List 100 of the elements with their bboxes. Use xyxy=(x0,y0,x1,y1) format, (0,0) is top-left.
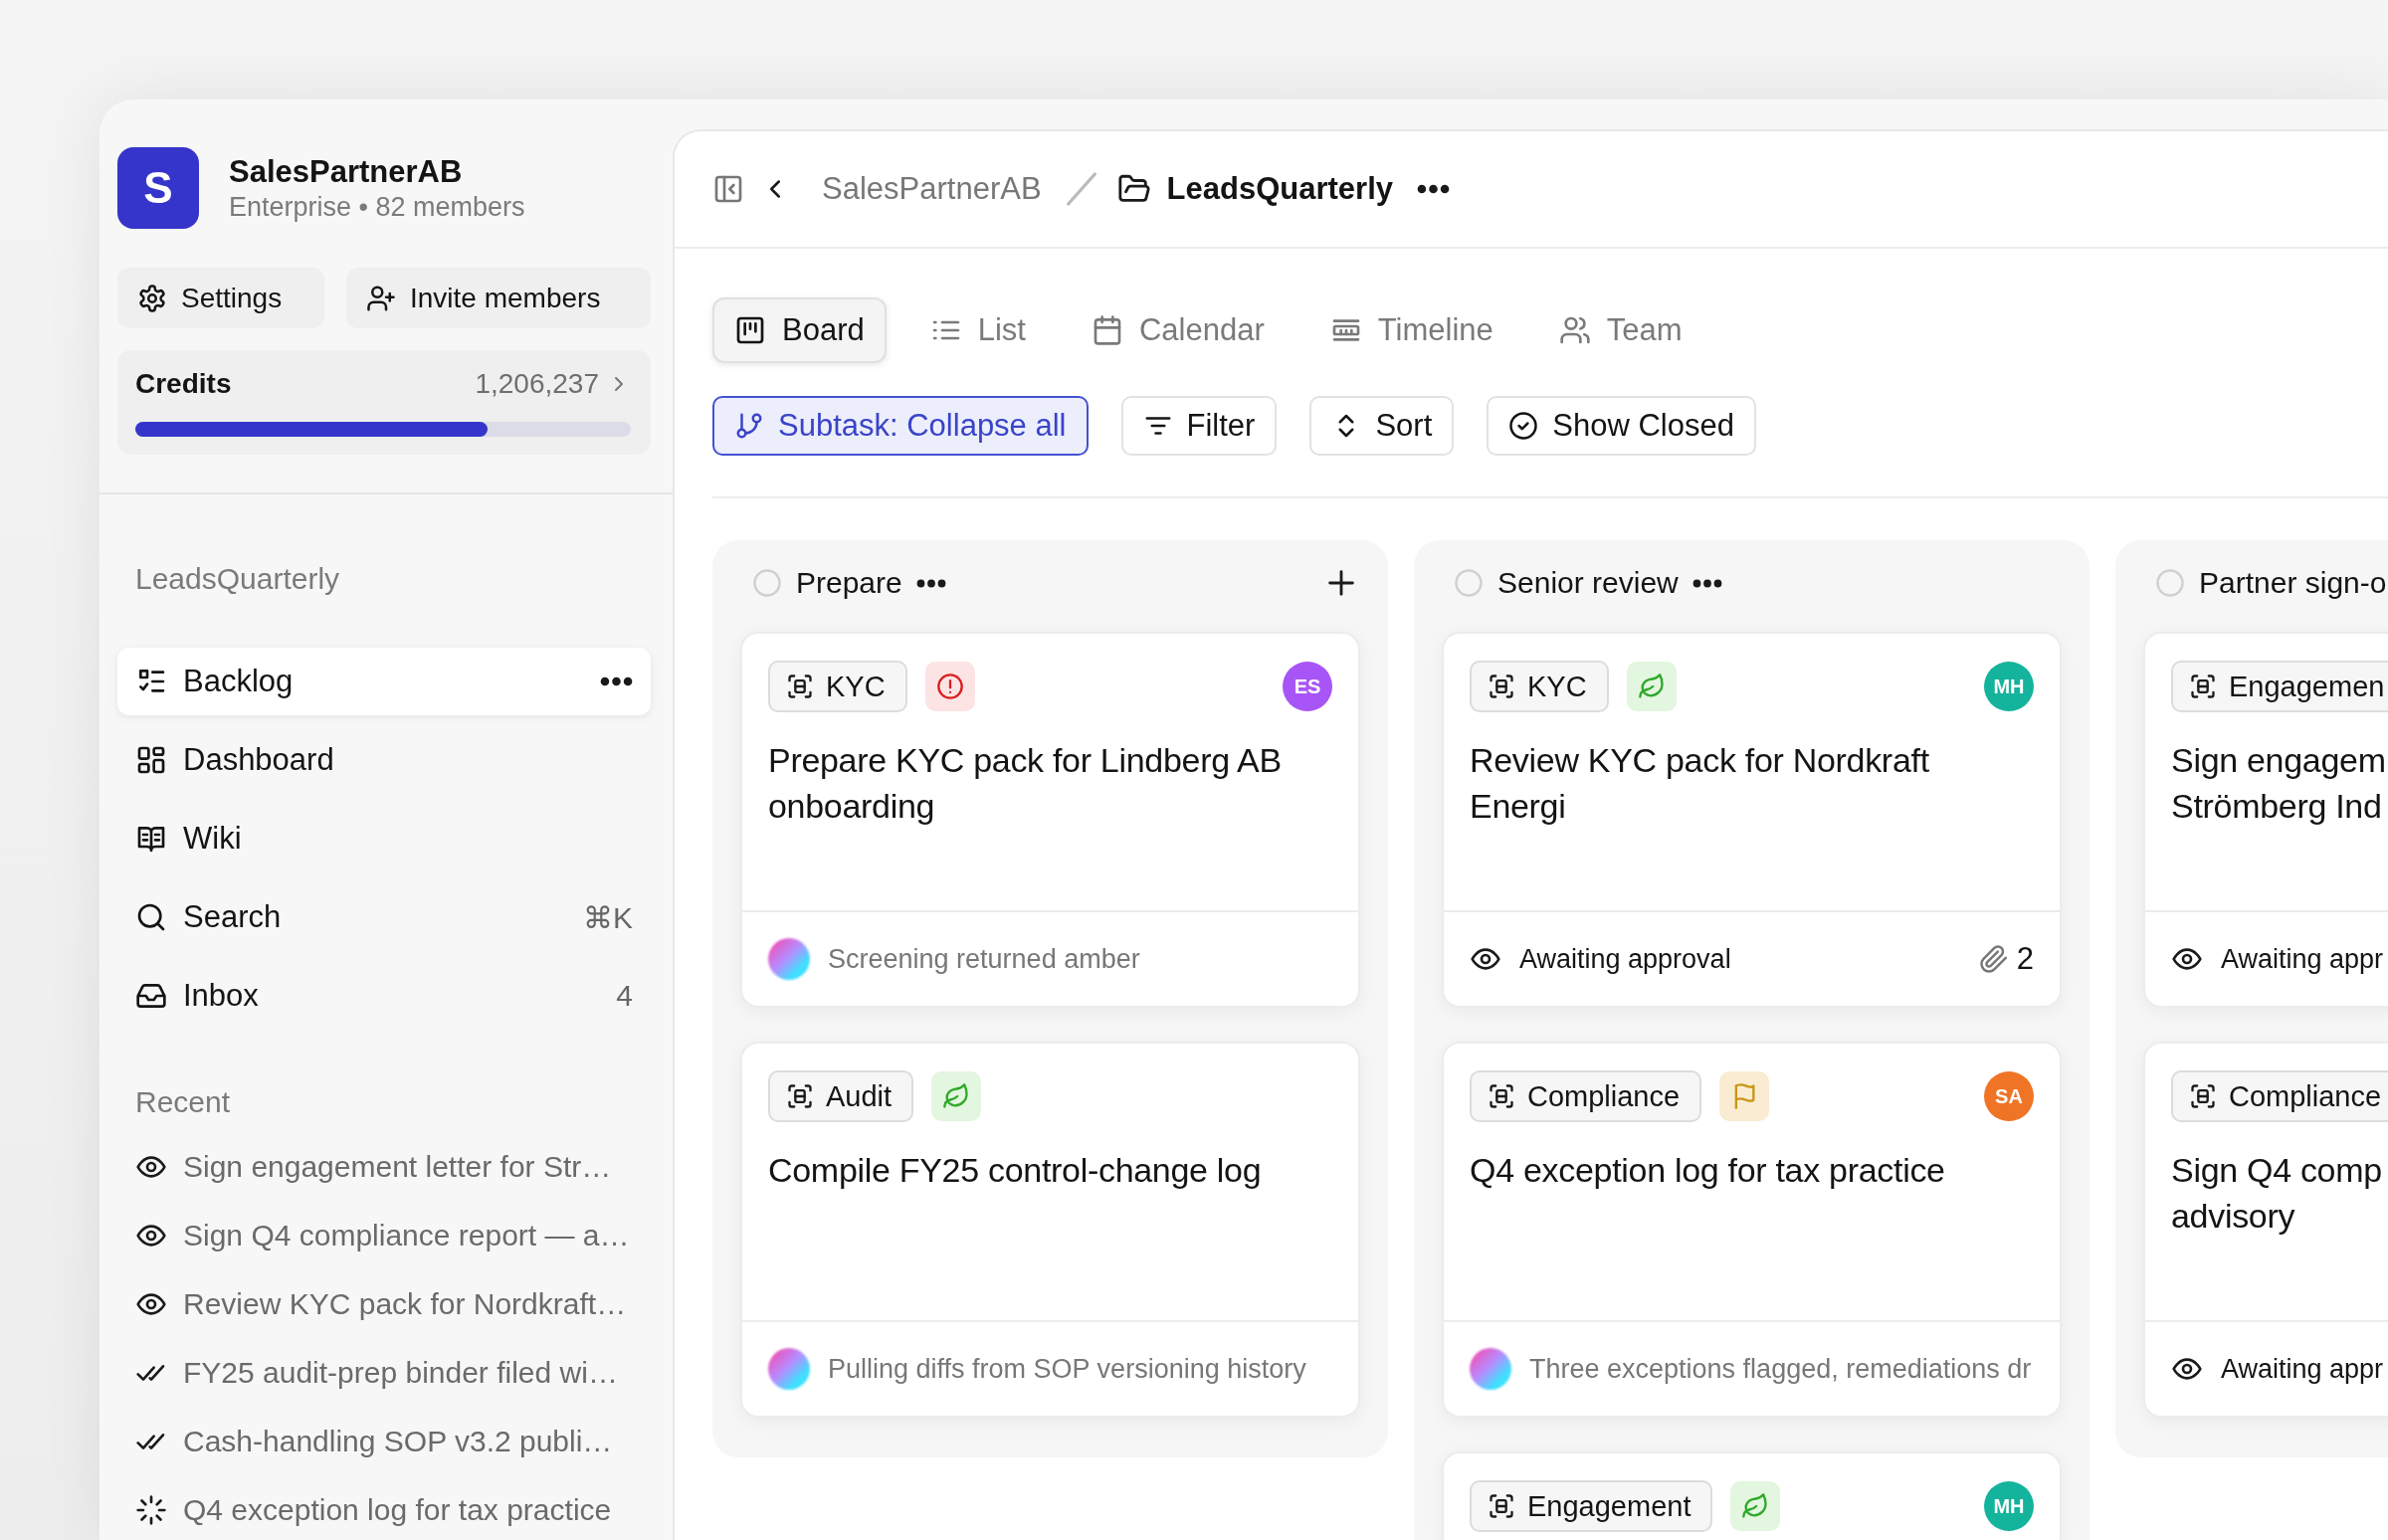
column-title: Senior review xyxy=(1497,566,1679,600)
workspace-name: SalesPartnerAB xyxy=(229,153,464,190)
agent-orb-icon xyxy=(768,938,810,980)
status-text: Awaiting appr xyxy=(2221,1353,2385,1385)
recent-item[interactable]: Q4 exception log for tax practice xyxy=(135,1486,651,1534)
more-icon xyxy=(915,578,946,588)
task-card[interactable]: Audit Compile FY25 control-change log Pulling diffs from SOP versioning history xyxy=(740,1042,1360,1418)
avatar: MH xyxy=(1984,662,2034,711)
avatar: ES xyxy=(1283,662,1332,711)
team-icon xyxy=(1558,314,1591,346)
tag: Compliance xyxy=(2171,1070,2388,1122)
recent-item[interactable]: Cash-handling SOP v3.2 publi… xyxy=(135,1418,651,1465)
column-title: Prepare xyxy=(796,566,902,600)
tag: Engagement xyxy=(1470,1480,1713,1532)
avatar: SA xyxy=(1984,1071,2034,1121)
task-card[interactable]: Engagemen Sign engagem Strömberg Ind Awaiting appr xyxy=(2143,632,2388,1008)
avatar: MH xyxy=(1984,1481,2034,1531)
card-title: Review KYC pack for Nordkraft Energi xyxy=(1470,740,1930,827)
view-tab[interactable]: Team xyxy=(1536,297,1704,363)
card-title: Sign engagem Strömberg Ind xyxy=(2171,740,2387,827)
breadcrumb-current: LeadsQuarterly xyxy=(1166,171,1393,207)
nav-item[interactable]: Dashboard xyxy=(117,726,651,794)
tag: KYC xyxy=(1470,661,1609,712)
subtask-button[interactable]: Subtask: Collapse all xyxy=(712,396,1089,456)
status-text: Awaiting appr xyxy=(2221,943,2385,975)
tag: Engagemen xyxy=(2171,661,2388,712)
credits-label: Credits xyxy=(135,368,233,400)
activity-text: Screening returned amber xyxy=(828,943,1141,975)
leaf-icon xyxy=(931,1071,982,1121)
tag: Audit xyxy=(768,1070,914,1122)
recent-item[interactable]: FY25 audit-prep binder filed wi… xyxy=(135,1349,651,1397)
card-title: Sign Q4 comp advisory xyxy=(2171,1150,2383,1237)
status-text: Awaiting approval xyxy=(1519,943,1732,975)
leaf-icon xyxy=(1730,1481,1781,1531)
filter-button[interactable]: Filter xyxy=(1120,396,1278,456)
sort-button[interactable]: Sort xyxy=(1309,396,1455,456)
scan-icon xyxy=(1488,1492,1515,1520)
status-circle-icon xyxy=(2155,568,2185,598)
view-tab[interactable]: Board xyxy=(712,297,887,363)
grid-icon xyxy=(135,744,167,776)
column-title: Partner sign-o xyxy=(2199,566,2387,600)
gear-icon xyxy=(137,283,167,313)
branch-icon xyxy=(734,411,764,441)
board-icon xyxy=(734,314,766,346)
tag: Compliance xyxy=(1470,1070,1702,1122)
workspace-logo: S xyxy=(117,147,199,229)
alert-icon xyxy=(924,662,975,711)
flag-icon xyxy=(1719,1071,1770,1121)
recent-item[interactable]: Sign engagement letter for Str… xyxy=(135,1143,651,1191)
settings-button[interactable]: Settings xyxy=(117,268,324,328)
shortcut-hint: ⌘K xyxy=(583,899,633,935)
attachment-count: 2 xyxy=(2016,941,2034,977)
sidebar-toggle-button[interactable] xyxy=(712,173,744,205)
task-card[interactable]: Compliance Sign Q4 comp advisory Awaiting appr xyxy=(2143,1042,2388,1418)
scan-icon xyxy=(786,1082,814,1110)
section-title: LeadsQuarterly xyxy=(135,562,341,596)
credits-value: 1,206,237 xyxy=(475,368,599,400)
nav-item[interactable]: Backlog xyxy=(117,648,651,715)
more-icon xyxy=(600,676,633,686)
card-title: Q4 exception log for tax practice xyxy=(1470,1150,1946,1191)
show-closed-button[interactable]: Show Closed xyxy=(1487,396,1756,456)
status-circle-icon xyxy=(1454,568,1484,598)
count: 4 xyxy=(616,979,633,1013)
nav-item[interactable]: Wiki xyxy=(117,805,651,872)
workspace-plan: Enterprise • 82 members xyxy=(229,191,525,223)
activity-text: Pulling diffs from SOP versioning history xyxy=(828,1353,1307,1385)
nav-item[interactable]: Search ⌘K xyxy=(117,883,651,951)
paperclip-icon xyxy=(1978,944,2009,974)
scan-icon xyxy=(1488,1082,1515,1110)
agent-orb-icon xyxy=(768,1348,810,1390)
check-circle-icon xyxy=(1508,411,1539,441)
tag: KYC xyxy=(768,661,907,712)
scan-icon xyxy=(786,673,814,700)
recent-item[interactable]: Review KYC pack for Nordkraft… xyxy=(135,1280,651,1328)
task-card[interactable]: KYC MH Review KYC pack for Nordkraft Energi Awaiting approval 2 xyxy=(1442,632,2062,1008)
task-card[interactable]: KYC ES Prepare KYC pack for Lindberg AB onboarding Screening returned amber xyxy=(740,632,1360,1008)
recent-item[interactable]: Sign Q4 compliance report — a… xyxy=(135,1212,651,1259)
activity-text: Three exceptions flagged, remediations dr xyxy=(1529,1353,2033,1385)
view-tab[interactable]: List xyxy=(907,297,1048,363)
scan-icon xyxy=(2189,1082,2217,1110)
column-menu-button[interactable] xyxy=(1692,578,1722,588)
scan-icon xyxy=(2189,673,2217,700)
leaf-icon xyxy=(1626,662,1677,711)
breadcrumb-link[interactable]: SalesPartnerAB xyxy=(822,171,1042,207)
sidebar-toggle-icon xyxy=(712,173,744,205)
view-tab[interactable]: Calendar xyxy=(1070,297,1287,363)
task-card[interactable]: Compliance SA Q4 exception log for tax practice Three exceptions flagged, remediations dr xyxy=(1442,1042,2062,1418)
view-tab[interactable]: Timeline xyxy=(1307,297,1515,363)
agent-orb-icon xyxy=(1470,1348,1511,1390)
invite-button[interactable]: Invite members xyxy=(346,268,651,328)
column-menu-button[interactable] xyxy=(915,578,946,588)
scan-icon xyxy=(1488,673,1515,700)
search-icon xyxy=(135,901,167,933)
task-card[interactable]: Engagement MH xyxy=(1442,1451,2062,1540)
credits-card[interactable]: Credits 1,206,237 xyxy=(117,350,651,455)
status-circle-icon xyxy=(752,568,782,598)
more-icon xyxy=(1692,578,1722,588)
nav-item[interactable]: Inbox 4 xyxy=(117,962,651,1030)
section-title: Recent xyxy=(135,1085,232,1119)
card-title: Prepare KYC pack for Lindberg AB onboarding xyxy=(768,740,1283,827)
